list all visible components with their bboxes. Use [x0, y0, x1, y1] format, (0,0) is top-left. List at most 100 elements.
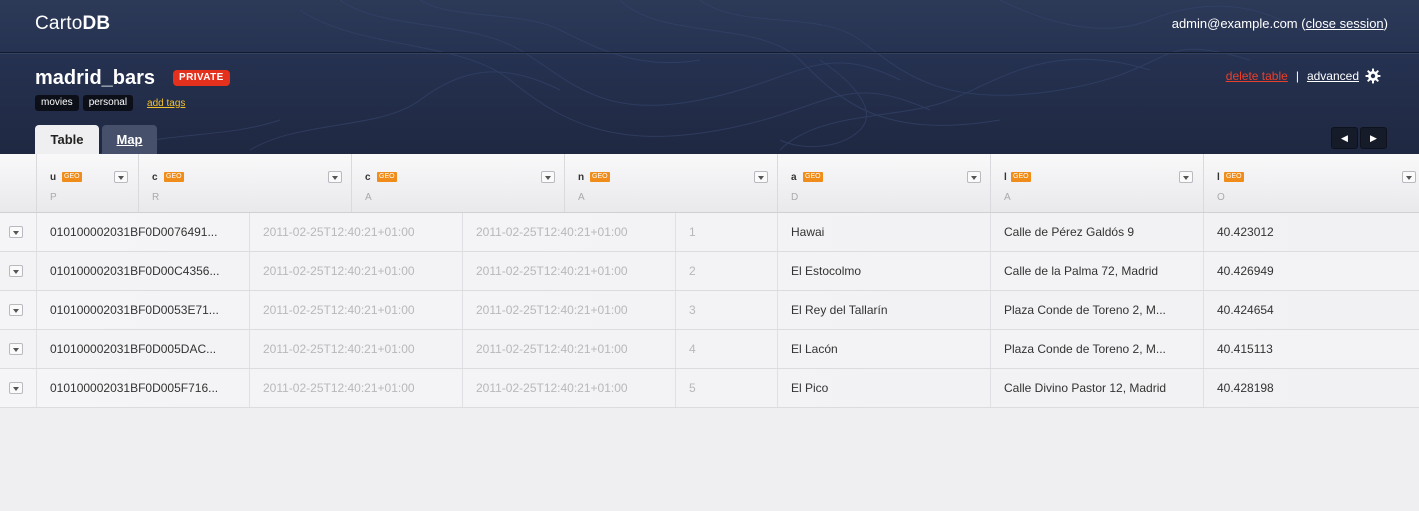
session-info: admin@example.com (close session)	[1172, 16, 1388, 31]
table-cell[interactable]: El Rey del Tallarín	[777, 291, 990, 329]
table-cell[interactable]: 3	[675, 291, 777, 329]
row-menu-button[interactable]	[9, 343, 23, 355]
table-cell[interactable]: 40.428198	[1203, 369, 1416, 407]
gear-icon[interactable]	[1365, 68, 1381, 84]
table-cell[interactable]: 40.426949	[1203, 252, 1416, 290]
table-cell[interactable]: 40.423012	[1203, 213, 1416, 251]
column-name: c	[365, 172, 371, 183]
table-row: 010100002031BF0D00C4356... 2011-02-25T12…	[0, 252, 1419, 291]
column-header[interactable]: l GEO A	[990, 154, 1203, 212]
column-header[interactable]: l GEO O	[1203, 154, 1419, 212]
table-cell[interactable]: 2011-02-25T12:40:21+01:00	[462, 330, 675, 368]
app-logo[interactable]: CartoDB	[35, 13, 110, 35]
table-row: 010100002031BF0D005F716... 2011-02-25T12…	[0, 369, 1419, 408]
table-cell[interactable]: 010100002031BF0D0053E71...	[36, 291, 249, 329]
column-menu-button[interactable]	[328, 171, 342, 183]
table-cell[interactable]: El Estocolmo	[777, 252, 990, 290]
table-cell[interactable]: 010100002031BF0D0076491...	[36, 213, 249, 251]
column-type: O	[1217, 192, 1225, 203]
column-name: c	[152, 172, 158, 183]
table-cell[interactable]: 2011-02-25T12:40:21+01:00	[249, 291, 462, 329]
table-cell[interactable]: Calle de Pérez Galdós 9	[990, 213, 1203, 251]
column-name: n	[578, 172, 585, 183]
column-menu-button[interactable]	[1179, 171, 1193, 183]
close-session-link[interactable]: close session	[1306, 16, 1384, 31]
scroll-left-button[interactable]: ◀	[1331, 127, 1358, 149]
column-menu-button[interactable]	[967, 171, 981, 183]
table-body: 010100002031BF0D0076491... 2011-02-25T12…	[0, 213, 1419, 408]
tag[interactable]: movies	[35, 95, 79, 111]
table-cell[interactable]: 40.415113	[1203, 330, 1416, 368]
table-cell[interactable]: 4	[675, 330, 777, 368]
table-header: u GEO P c GEO R c GEO A n GEO A a GEO D …	[0, 154, 1419, 213]
table-cell[interactable]: 010100002031BF0D00C4356...	[36, 252, 249, 290]
geo-badge: GEO	[1011, 172, 1031, 182]
column-menu-button[interactable]	[114, 171, 128, 183]
tab-table[interactable]: Table	[35, 125, 99, 154]
column-type: A	[1004, 192, 1011, 203]
row-menu-button[interactable]	[9, 382, 23, 394]
column-header[interactable]: n GEO A	[564, 154, 777, 212]
table-cell[interactable]: Hawai	[777, 213, 990, 251]
paren: )	[1383, 16, 1388, 31]
tag-list: movies personal add tags	[35, 95, 185, 111]
column-type: A	[365, 192, 372, 203]
page-title: madrid_bars	[35, 67, 156, 89]
column-name: u	[50, 172, 57, 183]
column-type: R	[152, 192, 160, 203]
table-cell[interactable]: Calle de la Palma 72, Madrid	[990, 252, 1203, 290]
table-cell[interactable]: 2011-02-25T12:40:21+01:00	[249, 369, 462, 407]
table-cell[interactable]: 2011-02-25T12:40:21+01:00	[249, 330, 462, 368]
column-type: A	[578, 192, 585, 203]
scroll-right-button[interactable]: ▶	[1360, 127, 1387, 149]
geo-badge: GEO	[803, 172, 823, 182]
table-cell[interactable]: 2011-02-25T12:40:21+01:00	[462, 369, 675, 407]
column-menu-button[interactable]	[541, 171, 555, 183]
tab-map[interactable]: Map	[102, 125, 157, 154]
row-menu-button[interactable]	[9, 226, 23, 238]
table-cell[interactable]: 2011-02-25T12:40:21+01:00	[249, 213, 462, 251]
table-cell[interactable]: 010100002031BF0D005F716...	[36, 369, 249, 407]
privacy-badge[interactable]: PRIVATE	[173, 70, 230, 86]
column-header[interactable]: a GEO D	[777, 154, 990, 212]
row-menu-button[interactable]	[9, 304, 23, 316]
logo-text-bold: DB	[82, 13, 111, 34]
column-type: P	[50, 192, 57, 203]
add-tags-link[interactable]: add tags	[147, 98, 185, 109]
logo-text: Carto	[35, 13, 83, 34]
table-cell[interactable]: 2	[675, 252, 777, 290]
row-menu-button[interactable]	[9, 265, 23, 277]
column-name: l	[1217, 172, 1220, 183]
geo-badge: GEO	[590, 172, 610, 182]
column-header[interactable]: c GEO R	[138, 154, 351, 212]
geo-badge: GEO	[377, 172, 397, 182]
table-cell[interactable]: Calle Divino Pastor 12, Madrid	[990, 369, 1203, 407]
table-cell[interactable]: 40.424654	[1203, 291, 1416, 329]
column-menu-button[interactable]	[1402, 171, 1416, 183]
column-menu-button[interactable]	[754, 171, 768, 183]
table-cell[interactable]: 1	[675, 213, 777, 251]
table-cell[interactable]: El Pico	[777, 369, 990, 407]
advanced-link[interactable]: advanced	[1307, 69, 1359, 83]
separator: |	[1295, 69, 1299, 83]
table-cell[interactable]: 2011-02-25T12:40:21+01:00	[249, 252, 462, 290]
table-cell[interactable]: Plaza Conde de Toreno 2, M...	[990, 291, 1203, 329]
table-cell[interactable]: 2011-02-25T12:40:21+01:00	[462, 252, 675, 290]
column-name: a	[791, 172, 797, 183]
user-email: admin@example.com	[1171, 16, 1298, 31]
table-cell[interactable]: 5	[675, 369, 777, 407]
table-cell[interactable]: El Lacón	[777, 330, 990, 368]
table-row: 010100002031BF0D0053E71... 2011-02-25T12…	[0, 291, 1419, 330]
table-cell[interactable]: 2011-02-25T12:40:21+01:00	[462, 213, 675, 251]
column-name: l	[1004, 172, 1007, 183]
table-cell[interactable]: 010100002031BF0D005DAC...	[36, 330, 249, 368]
table-cell[interactable]: Plaza Conde de Toreno 2, M...	[990, 330, 1203, 368]
column-header[interactable]: c GEO A	[351, 154, 564, 212]
delete-table-link[interactable]: delete table	[1226, 69, 1288, 83]
table-actions: delete table | advanced	[1226, 68, 1381, 84]
divider	[0, 53, 1419, 54]
geo-badge: GEO	[1224, 172, 1244, 182]
table-cell[interactable]: 2011-02-25T12:40:21+01:00	[462, 291, 675, 329]
tag[interactable]: personal	[82, 95, 134, 111]
geo-badge: GEO	[164, 172, 184, 182]
